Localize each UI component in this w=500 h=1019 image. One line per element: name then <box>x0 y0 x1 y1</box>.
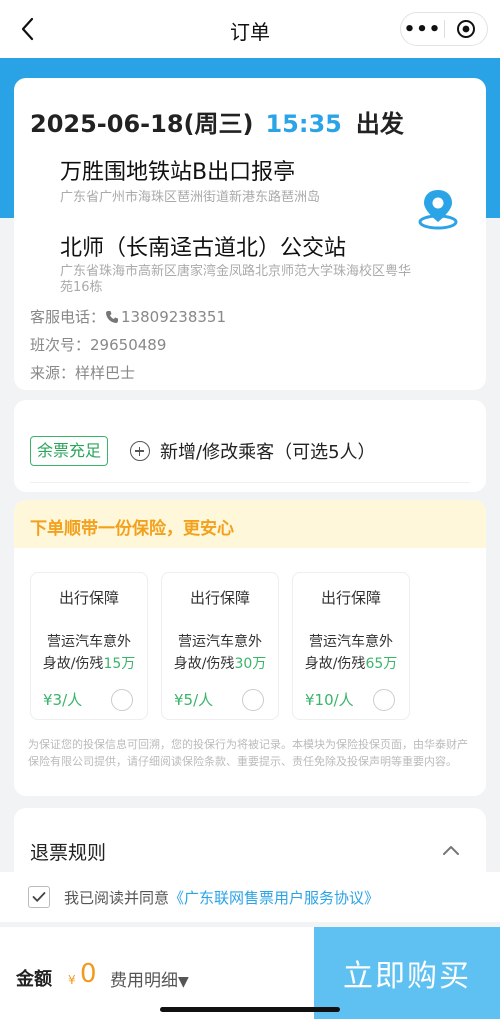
plan-radio[interactable] <box>242 689 264 711</box>
departure-time: 15:35 <box>265 110 342 138</box>
departure-line: 2025-06-18(周三) 15:35 出发 <box>30 104 404 139</box>
plan-price: ¥10/人 <box>305 691 354 709</box>
add-passenger-button[interactable]: 新增/修改乘客（可选5人） <box>130 436 376 466</box>
plan-price: ¥3/人 <box>43 691 83 709</box>
service-phone-row: 客服电话： 13809238351 <box>30 306 226 327</box>
passenger-card: 余票充足 新增/修改乘客（可选5人） <box>14 400 486 492</box>
divider <box>30 482 470 483</box>
plan-coverage: 身故/伤残15万 <box>31 653 147 673</box>
plan-radio[interactable] <box>111 689 133 711</box>
origin-station: 万胜围地铁站B出口报亭 <box>60 160 296 185</box>
agreement-link[interactable]: 《广东联网售票用户服务协议》 <box>169 889 379 907</box>
home-indicator <box>160 1007 340 1012</box>
departure-suffix: 出发 <box>355 110 404 138</box>
source-value: 样样巴士 <box>75 364 136 382</box>
insurance-banner: 下单顺带一份保险，更安心 <box>14 500 486 548</box>
plan-coverage: 身故/伤残30万 <box>162 653 278 673</box>
plan-description: 营运汽车意外 <box>47 634 131 650</box>
amount-currency: ¥ <box>68 973 76 987</box>
service-phone-label: 客服电话： <box>30 308 106 326</box>
agreement-checkbox[interactable] <box>28 886 50 908</box>
plan-price: ¥5/人 <box>174 691 214 709</box>
schedule-number: 29650489 <box>90 336 167 354</box>
mini-program-capsule: ••• <box>400 12 488 46</box>
insurance-plan[interactable]: 出行保障 营运汽车意外 身故/伤残15万 ¥3/人 <box>30 572 148 720</box>
plan-coverage-amount: 65万 <box>365 656 398 672</box>
plan-coverage-amount: 15万 <box>103 656 136 672</box>
fee-detail-toggle[interactable]: 费用明细▼ <box>110 966 189 991</box>
map-location-icon[interactable] <box>416 186 460 230</box>
schedule-row: 班次号：29650489 <box>30 334 166 355</box>
insurance-plan[interactable]: 出行保障 营运汽车意外 身故/伤残30万 ¥5/人 <box>161 572 279 720</box>
phone-icon <box>105 308 121 326</box>
agreement-text: 我已阅读并同意《广东联网售票用户服务协议》 <box>64 887 379 908</box>
origin-address: 广东省广州市海珠区琶洲街道新港东路琶洲岛 <box>60 190 321 205</box>
amount-value: 0 <box>80 959 97 989</box>
plan-radio[interactable] <box>373 689 395 711</box>
plan-coverage-amount: 30万 <box>234 656 267 672</box>
bottom-bar: 金额 ¥ 0 费用明细▼ 立即购买 <box>0 927 500 1019</box>
insurance-disclaimer: 为保证您的投保信息可回溯，您的投保行为将被记录。本模块为保险投保页面，由华泰财产… <box>28 738 468 768</box>
plan-description: 营运汽车意外 <box>309 634 393 650</box>
plan-title: 出行保障 <box>320 589 381 607</box>
destination-address: 广东省珠海市高新区唐家湾金凤路北京师范大学珠海校区粤华苑16栋 <box>60 264 412 295</box>
target-close-icon[interactable] <box>445 13 487 45</box>
source-row: 来源：样样巴士 <box>30 362 135 383</box>
buy-now-button[interactable]: 立即购买 <box>314 927 500 1019</box>
trip-card: 2025-06-18(周三) 15:35 出发 万胜围地铁站B出口报亭 广东省广州市… <box>14 78 486 390</box>
plan-coverage-prefix: 身故/伤残 <box>173 656 235 672</box>
fee-detail-label: 费用明细 <box>110 971 178 991</box>
nav-bar: 订单 ••• <box>0 0 500 58</box>
departure-date: 2025-06-18(周三) <box>30 110 254 138</box>
schedule-label: 班次号： <box>30 336 91 354</box>
destination-station: 北师（长南迳古道北）公交站 <box>60 236 347 261</box>
more-dots-icon[interactable]: ••• <box>401 13 444 45</box>
amount-label: 金额 <box>16 969 52 990</box>
add-passenger-label: 新增/修改乘客（可选5人） <box>160 442 376 463</box>
refund-rules-title: 退票规则 <box>30 842 107 864</box>
plan-coverage-prefix: 身故/伤残 <box>304 656 366 672</box>
insurance-card: 下单顺带一份保险，更安心 出行保障 营运汽车意外 身故/伤残15万 ¥3/人 出… <box>14 500 486 796</box>
plan-description: 营运汽车意外 <box>178 634 262 650</box>
plan-title: 出行保障 <box>189 589 250 607</box>
ticket-availability-badge: 余票充足 <box>30 436 109 466</box>
service-phone-number[interactable]: 13809238351 <box>121 308 226 326</box>
plus-circle-icon <box>130 441 150 461</box>
chevron-up-icon[interactable] <box>442 842 460 860</box>
plan-coverage: 身故/伤残65万 <box>293 653 409 673</box>
source-label: 来源： <box>30 364 76 382</box>
agreement-bar: 我已阅读并同意《广东联网售票用户服务协议》 <box>0 872 500 922</box>
check-icon <box>32 892 46 902</box>
plan-coverage-prefix: 身故/伤残 <box>42 656 104 672</box>
insurance-plan[interactable]: 出行保障 营运汽车意外 身故/伤残65万 ¥10/人 <box>292 572 410 720</box>
agreement-prefix: 我已阅读并同意 <box>64 889 170 907</box>
insurance-banner-text: 下单顺带一份保险，更安心 <box>30 519 234 539</box>
triangle-down-icon: ▼ <box>178 974 189 990</box>
plan-title: 出行保障 <box>58 589 119 607</box>
